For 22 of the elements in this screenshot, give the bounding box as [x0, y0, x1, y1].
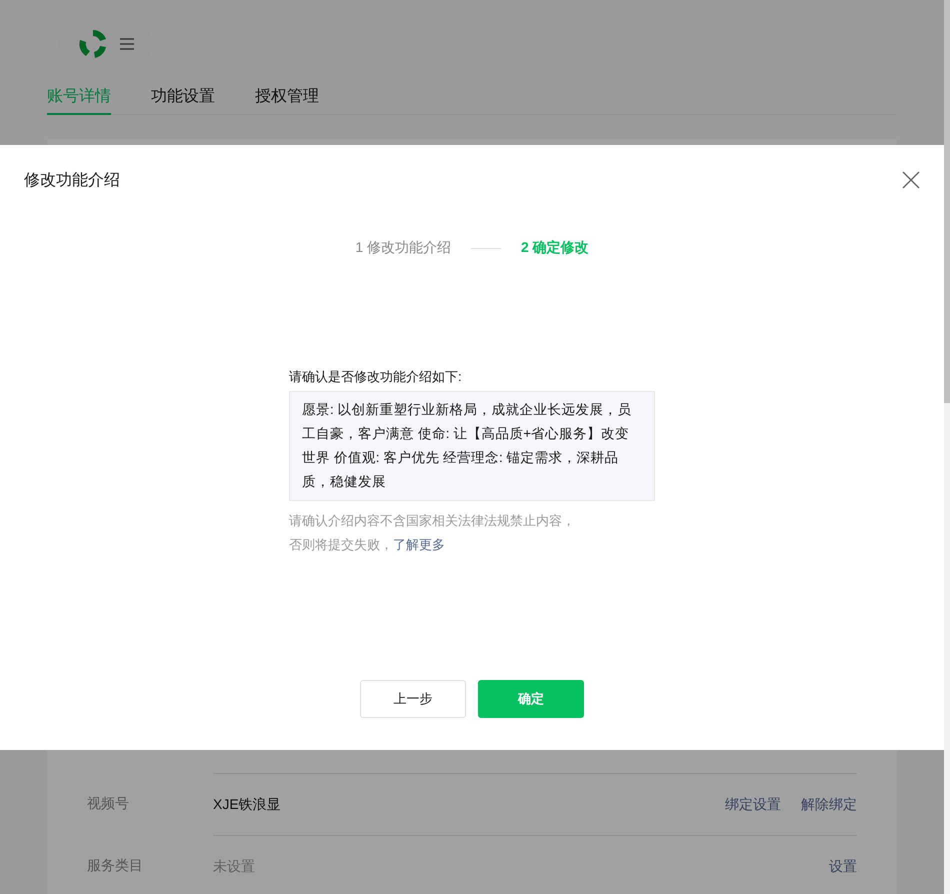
menu-icon[interactable]: [120, 38, 134, 50]
notice-text: 请确认介绍内容不含国家相关法律法规禁止内容，否则将提交失败，了解更多: [289, 512, 576, 554]
dialog-title: 修改功能介绍: [24, 170, 120, 190]
confirm-button[interactable]: 确定: [478, 680, 584, 718]
close-button[interactable]: [900, 169, 922, 191]
row-label: 视频号: [87, 795, 130, 813]
row-label: 服务类目: [87, 857, 144, 875]
action-link[interactable]: 解除绑定: [801, 796, 857, 814]
action-link[interactable]: 绑定设置: [725, 796, 781, 814]
intro-content: 愿景: 以创新重塑行业新格局，成就企业长远发展，员工自豪，客户满意 使命: 让【高品质+省心服务】改变世界 价值观: 客户优先 经营理念: 锚定需求，深耕品质，稳健发展: [289, 391, 655, 501]
row-value: 未设置: [213, 858, 256, 876]
back-button[interactable]: 上一步: [360, 680, 466, 718]
step-label: 2 确定修改: [521, 239, 589, 257]
confirm-prompt: 请确认是否修改功能介绍如下:: [289, 368, 463, 386]
step-label: 1 修改功能介绍: [355, 239, 451, 257]
tab[interactable]: 功能设置: [151, 80, 215, 115]
action-link[interactable]: 设置: [829, 858, 857, 876]
tab[interactable]: 账号详情: [47, 80, 111, 115]
scrollbar[interactable]: [944, 0, 950, 894]
row-value: XJE铁浪显: [213, 796, 282, 814]
tab[interactable]: 授权管理: [255, 80, 319, 115]
learn-more-link[interactable]: 了解更多: [393, 537, 445, 552]
